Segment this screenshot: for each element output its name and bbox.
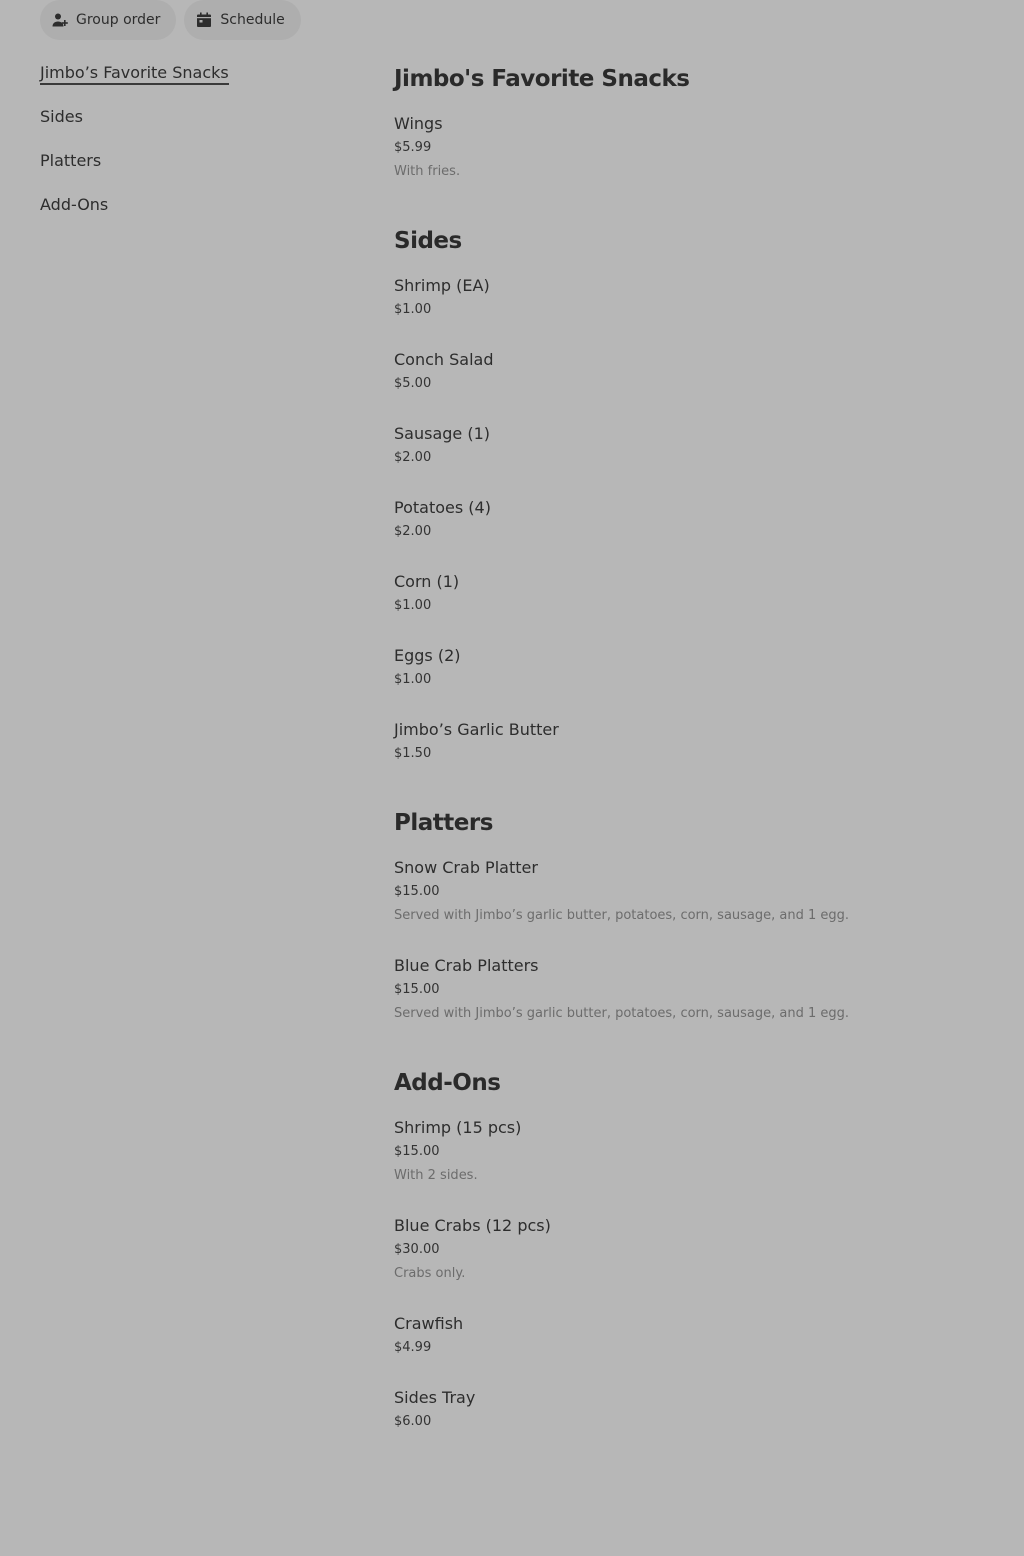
- calendar-icon: [196, 12, 212, 28]
- item-price: $5.00: [394, 376, 432, 391]
- item-price: $15.00: [394, 982, 440, 997]
- item-description: With fries.: [394, 164, 461, 179]
- item-name: Corn (1): [394, 572, 460, 591]
- item-price: $1.50: [394, 746, 432, 761]
- nav-item-sides[interactable]: Sides: [40, 104, 340, 148]
- group-order-label: Group order: [76, 12, 161, 28]
- nav-item-label: Jimbo’s Favorite Snacks: [40, 63, 229, 85]
- section-title: Jimbo's Favorite Snacks: [394, 66, 690, 92]
- nav-item-add-ons[interactable]: Add-Ons: [40, 192, 340, 236]
- section-title: Platters: [394, 810, 493, 836]
- menu-section: Sides Shrimp (EA) $1.00 Conch Salad $5.0…: [394, 224, 994, 766]
- item-price: $1.00: [394, 598, 432, 613]
- nav-item-label: Sides: [40, 107, 83, 126]
- item-description: With 2 sides.: [394, 1168, 478, 1183]
- menu-item[interactable]: Sausage (1) $2.00: [394, 422, 994, 470]
- item-name: Jimbo’s Garlic Butter: [394, 720, 559, 739]
- item-name: Conch Salad: [394, 350, 494, 369]
- item-price: $6.00: [394, 1414, 432, 1429]
- item-name: Sides Tray: [394, 1388, 476, 1407]
- item-price: $1.00: [394, 302, 432, 317]
- menu-item[interactable]: Wings $5.99 With fries.: [394, 112, 994, 184]
- nav-item-label: Add-Ons: [40, 195, 109, 214]
- item-name: Shrimp (EA): [394, 276, 490, 295]
- section-title: Add-Ons: [394, 1070, 501, 1096]
- menu-item[interactable]: Shrimp (EA) $1.00: [394, 274, 994, 322]
- item-name: Shrimp (15 pcs): [394, 1118, 522, 1137]
- menu-item[interactable]: Jimbo’s Garlic Butter $1.50: [394, 718, 994, 766]
- item-name: Crawfish: [394, 1314, 464, 1333]
- item-name: Wings: [394, 114, 443, 133]
- group-order-button[interactable]: Group order: [40, 0, 177, 40]
- item-name: Potatoes (4): [394, 498, 491, 517]
- item-name: Eggs (2): [394, 646, 461, 665]
- menu-item[interactable]: Sides Tray $6.00: [394, 1386, 994, 1434]
- item-price: $15.00: [394, 884, 440, 899]
- menu-section: Platters Snow Crab Platter $15.00 Served…: [394, 806, 994, 1026]
- item-price: $30.00: [394, 1242, 440, 1257]
- menu-item[interactable]: Corn (1) $1.00: [394, 570, 994, 618]
- menu-item[interactable]: Blue Crabs (12 pcs) $30.00 Crabs only.: [394, 1214, 994, 1286]
- item-description: Served with Jimbo’s garlic butter, potat…: [394, 1006, 850, 1021]
- schedule-label: Schedule: [220, 12, 285, 28]
- item-price: $15.00: [394, 1144, 440, 1159]
- category-nav: Jimbo’s Favorite Snacks Sides Platters A…: [40, 60, 340, 236]
- item-name: Blue Crabs (12 pcs): [394, 1216, 551, 1235]
- item-price: $4.99: [394, 1340, 432, 1355]
- menu-item[interactable]: Crawfish $4.99: [394, 1312, 994, 1360]
- nav-item-label: Platters: [40, 151, 102, 170]
- item-description: Served with Jimbo’s garlic butter, potat…: [394, 908, 850, 923]
- menu-item[interactable]: Snow Crab Platter $15.00 Served with Jim…: [394, 856, 994, 928]
- item-name: Snow Crab Platter: [394, 858, 538, 877]
- item-name: Blue Crab Platters: [394, 956, 539, 975]
- menu-item[interactable]: Blue Crab Platters $15.00 Served with Ji…: [394, 954, 994, 1026]
- menu-list: Jimbo's Favorite Snacks Wings $5.99 With…: [394, 62, 994, 1474]
- section-title: Sides: [394, 228, 462, 254]
- menu-section: Jimbo's Favorite Snacks Wings $5.99 With…: [394, 62, 994, 184]
- item-description: Crabs only.: [394, 1266, 466, 1281]
- menu-item[interactable]: Eggs (2) $1.00: [394, 644, 994, 692]
- nav-item-platters[interactable]: Platters: [40, 148, 340, 192]
- item-price: $1.00: [394, 672, 432, 687]
- item-price: $2.00: [394, 524, 432, 539]
- schedule-button[interactable]: Schedule: [184, 0, 301, 40]
- menu-item[interactable]: Conch Salad $5.00: [394, 348, 994, 396]
- top-actions: Group order Schedule: [40, 0, 301, 40]
- nav-item-jimbos-favorite-snacks[interactable]: Jimbo’s Favorite Snacks: [40, 60, 340, 104]
- add-person-icon: [52, 12, 68, 28]
- menu-section: Add-Ons Shrimp (15 pcs) $15.00 With 2 si…: [394, 1066, 994, 1434]
- menu-item[interactable]: Potatoes (4) $2.00: [394, 496, 994, 544]
- item-price: $5.99: [394, 140, 432, 155]
- menu-item[interactable]: Shrimp (15 pcs) $15.00 With 2 sides.: [394, 1116, 994, 1188]
- item-price: $2.00: [394, 450, 432, 465]
- item-name: Sausage (1): [394, 424, 490, 443]
